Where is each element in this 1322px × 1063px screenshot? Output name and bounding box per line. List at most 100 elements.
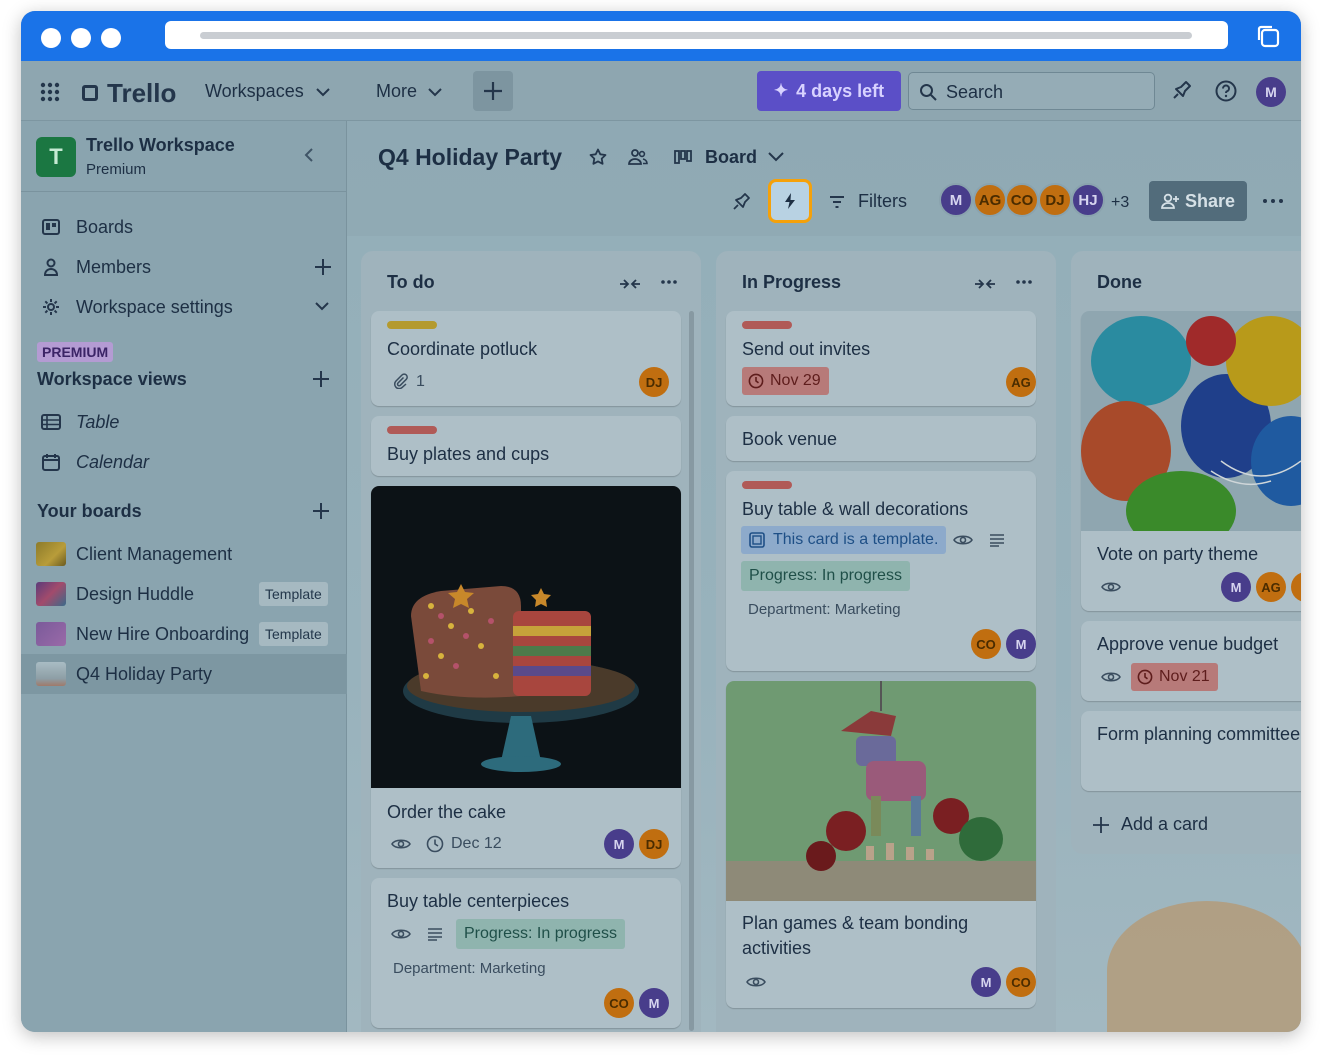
workspace-name[interactable]: Trello Workspace	[86, 135, 235, 156]
card-title-line2: activities	[742, 938, 812, 958]
card-form-planning-committee[interactable]: Form planning committee	[1081, 711, 1301, 791]
list-title[interactable]: In Progress	[742, 272, 841, 293]
share-button[interactable]: Share	[1149, 181, 1247, 221]
board-thumbnail	[36, 582, 66, 606]
card-member-avatar[interactable]: AG	[1256, 572, 1286, 602]
board-member-avatar[interactable]: DJ	[1038, 183, 1072, 217]
user-avatar[interactable]: M	[1256, 77, 1286, 107]
more-menu[interactable]: More	[376, 81, 417, 102]
search-input[interactable]: Search	[908, 72, 1155, 110]
add-card-button[interactable]: Add a card	[1081, 809, 1301, 841]
table-icon	[41, 414, 61, 430]
sidebar-item-label: Calendar	[76, 452, 150, 472]
workspaces-menu[interactable]: Workspaces	[205, 81, 304, 102]
card-coordinate-potluck[interactable]: Coordinate potluck 1 DJ	[371, 311, 681, 406]
card-member-avatar[interactable]: DJ	[639, 829, 669, 859]
collapse-list-icon[interactable]	[974, 278, 996, 290]
collapse-sidebar-icon[interactable]	[301, 147, 317, 163]
sidebar-board-design-huddle[interactable]: Design Huddle Template	[21, 574, 347, 614]
card-buy-table-centerpieces[interactable]: Buy table centerpieces Progress: In prog…	[371, 878, 681, 1028]
your-boards-heading: Your boards	[37, 501, 142, 521]
card-member-avatar[interactable]: AG	[1006, 367, 1036, 397]
list-scrollbar[interactable]	[689, 311, 694, 1031]
card-buy-table-wall-decorations[interactable]: Buy table & wall decorations This card i…	[726, 471, 1036, 671]
board-member-avatar[interactable]: AG	[973, 183, 1007, 217]
card-send-out-invites[interactable]: Send out invites Nov 29 AG	[726, 311, 1036, 406]
due-date-badge[interactable]: Nov 21	[1131, 663, 1218, 691]
card-approve-venue-budget[interactable]: Approve venue budget Nov 21	[1081, 621, 1301, 701]
board-member-avatar[interactable]: CO	[1005, 183, 1039, 217]
card-member-avatar[interactable]: M	[604, 829, 634, 859]
chevron-down-icon[interactable]	[767, 151, 785, 163]
tabs-overview-icon[interactable]	[1255, 23, 1281, 49]
board-member-avatar[interactable]: M	[939, 183, 973, 217]
card-title: Coordinate potluck	[387, 339, 538, 359]
more-members-count[interactable]: +3	[1111, 194, 1129, 212]
sidebar-item-calendar[interactable]: Calendar	[21, 442, 347, 482]
trial-days-button[interactable]: ✦ 4 days left	[757, 71, 901, 111]
add-member-icon[interactable]	[315, 259, 331, 275]
card-member-avatar[interactable]: DJ	[639, 367, 669, 397]
sidebar-item-members[interactable]: Members	[21, 247, 347, 287]
sidebar-board-new-hire-onboarding[interactable]: New Hire Onboarding Template	[21, 614, 347, 654]
search-icon	[920, 84, 937, 101]
add-view-icon[interactable]	[313, 371, 329, 387]
address-bar[interactable]	[165, 21, 1228, 49]
description-icon	[428, 928, 442, 941]
list-menu-icon[interactable]	[1016, 280, 1032, 284]
app-switcher-icon[interactable]	[39, 81, 61, 103]
view-switcher[interactable]: Board	[705, 147, 757, 168]
notifications-icon[interactable]	[1169, 79, 1193, 103]
list-menu-icon[interactable]	[661, 280, 677, 284]
card-member-avatar[interactable]: CO	[604, 988, 634, 1018]
automation-button[interactable]	[768, 179, 812, 223]
sidebar-item-boards[interactable]: Boards	[21, 207, 347, 247]
sidebar-item-table[interactable]: Table	[21, 402, 347, 442]
due-date[interactable]: Dec 12	[451, 835, 502, 853]
card-member-avatar-partial[interactable]	[1291, 572, 1301, 602]
card-member-avatar[interactable]: M	[971, 967, 1001, 997]
due-date-badge[interactable]: Nov 29	[742, 367, 829, 395]
board-menu-icon[interactable]	[1261, 191, 1285, 211]
filters-button[interactable]: Filters	[858, 191, 907, 212]
trello-page: Trello Workspaces More ✦ 4 days left Sea…	[21, 61, 1301, 1032]
create-button[interactable]	[473, 71, 513, 111]
help-icon[interactable]	[1214, 79, 1238, 103]
window-minimize-dot[interactable]	[71, 28, 91, 48]
progress-field-chip: Progress: In progress	[741, 561, 910, 591]
sidebar-board-q4-holiday-party[interactable]: Q4 Holiday Party	[21, 654, 347, 694]
clock-icon	[1137, 669, 1153, 685]
board-title[interactable]: Q4 Holiday Party	[378, 144, 562, 171]
card-member-avatar[interactable]: M	[1006, 629, 1036, 659]
sparkle-icon: ✦	[773, 81, 789, 100]
card-order-the-cake[interactable]: Order the cake Dec 12 M DJ	[371, 486, 681, 868]
board-member-avatar[interactable]: HJ	[1071, 183, 1105, 217]
card-vote-on-party-theme[interactable]: Vote on party theme M AG	[1081, 311, 1301, 611]
list-to-do: To do Coordinate potluck 1 DJ Buy plates…	[361, 251, 701, 1032]
list-title[interactable]: Done	[1097, 272, 1142, 293]
card-title: Vote on party theme	[1097, 544, 1259, 564]
list-title[interactable]: To do	[387, 272, 435, 293]
card-book-venue[interactable]: Book venue	[726, 416, 1036, 461]
card-member-avatar[interactable]: CO	[971, 629, 1001, 659]
add-board-icon[interactable]	[313, 503, 329, 519]
sidebar-item-label: Workspace settings	[76, 297, 233, 317]
card-member-avatar[interactable]: M	[1221, 572, 1251, 602]
brand-name[interactable]: Trello	[107, 78, 176, 109]
list-in-progress: In Progress Send out invites Nov 29 AG B…	[716, 251, 1056, 1032]
filter-icon	[828, 194, 846, 210]
collapse-list-icon[interactable]	[619, 278, 641, 290]
card-member-avatar[interactable]: CO	[1006, 967, 1036, 997]
card-title: Book venue	[742, 429, 838, 449]
window-close-dot[interactable]	[41, 28, 61, 48]
power-ups-icon[interactable]	[730, 191, 752, 213]
card-buy-plates-and-cups[interactable]: Buy plates and cups	[371, 416, 681, 476]
sidebar-board-client-management[interactable]: Client Management	[21, 534, 347, 574]
sidebar-item-workspace-settings[interactable]: Workspace settings	[21, 287, 347, 327]
window-zoom-dot[interactable]	[101, 28, 121, 48]
card-plan-games-team-bonding[interactable]: Plan games & team bonding activities M C…	[726, 681, 1036, 1008]
star-icon[interactable]	[588, 147, 608, 167]
visibility-icon[interactable]	[628, 147, 648, 167]
card-member-avatar[interactable]: M	[639, 988, 669, 1018]
card-label	[742, 481, 792, 489]
